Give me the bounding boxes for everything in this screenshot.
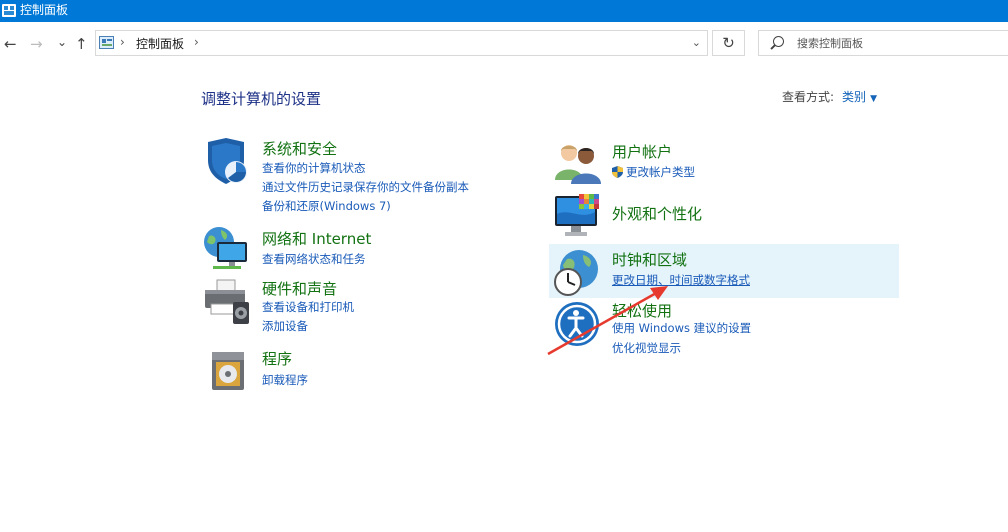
title-bar: 控制面板: [0, 0, 1008, 22]
category-title-network[interactable]: 网络和 Internet: [262, 228, 371, 249]
refresh-button[interactable]: ↻: [712, 30, 745, 56]
printer-icon[interactable]: [203, 278, 251, 326]
page-title: 调整计算机的设置: [201, 90, 322, 108]
view-by-dropdown[interactable]: 类别: [842, 90, 866, 104]
link-change-account-type-label[interactable]: 更改帐户类型: [626, 165, 695, 179]
view-by: 查看方式: 类别 ▼: [782, 88, 877, 105]
search-box[interactable]: [758, 30, 1008, 56]
link-view-network-status[interactable]: 查看网络状态和任务: [262, 251, 366, 267]
network-globe-icon[interactable]: [203, 226, 251, 272]
programs-icon[interactable]: [210, 348, 246, 394]
search-input[interactable]: [797, 34, 997, 52]
appearance-icon[interactable]: [553, 192, 601, 240]
category-title-user-accounts[interactable]: 用户帐户: [612, 141, 672, 162]
breadcrumb-control-panel[interactable]: 控制面板: [136, 35, 184, 52]
link-uninstall-program[interactable]: 卸载程序: [262, 372, 308, 388]
category-title-appearance[interactable]: 外观和个性化: [612, 203, 702, 224]
breadcrumb-separator[interactable]: ›: [194, 35, 199, 49]
user-accounts-icon[interactable]: [555, 140, 601, 184]
link-add-device[interactable]: 添加设备: [262, 318, 308, 334]
category-title-clock-region[interactable]: 时钟和区域: [612, 249, 687, 270]
link-view-computer-status[interactable]: 查看你的计算机状态: [262, 160, 366, 176]
up-button[interactable]: ↑: [75, 35, 88, 53]
link-file-history[interactable]: 通过文件历史记录保存你的文件备份副本: [262, 179, 469, 195]
back-button[interactable]: ←: [4, 35, 17, 53]
category-title-hardware[interactable]: 硬件和声音: [262, 278, 337, 299]
category-title-programs[interactable]: 程序: [262, 348, 292, 369]
recent-locations-button[interactable]: ⌄: [57, 33, 67, 51]
forward-button[interactable]: →: [30, 35, 43, 53]
address-bar[interactable]: › 控制面板 › ⌄: [95, 30, 708, 56]
link-devices-printers[interactable]: 查看设备和打印机: [262, 299, 354, 315]
shield-icon: [612, 166, 623, 178]
security-shield-icon[interactable]: [204, 138, 250, 186]
search-icon: [773, 36, 784, 47]
window-title: 控制面板: [20, 3, 69, 17]
view-by-label: 查看方式:: [782, 90, 835, 104]
app-icon: [2, 4, 16, 17]
category-title-system-security[interactable]: 系统和安全: [262, 138, 337, 159]
link-change-account-type[interactable]: 更改帐户类型: [612, 164, 695, 180]
control-panel-icon: [99, 36, 114, 49]
address-history-dropdown[interactable]: ⌄: [692, 36, 701, 49]
annotation-arrow: [547, 286, 668, 356]
link-backup-restore[interactable]: 备份和还原(Windows 7): [262, 198, 391, 214]
breadcrumb-separator[interactable]: ›: [120, 35, 125, 49]
chevron-down-icon[interactable]: ▼: [870, 94, 877, 104]
